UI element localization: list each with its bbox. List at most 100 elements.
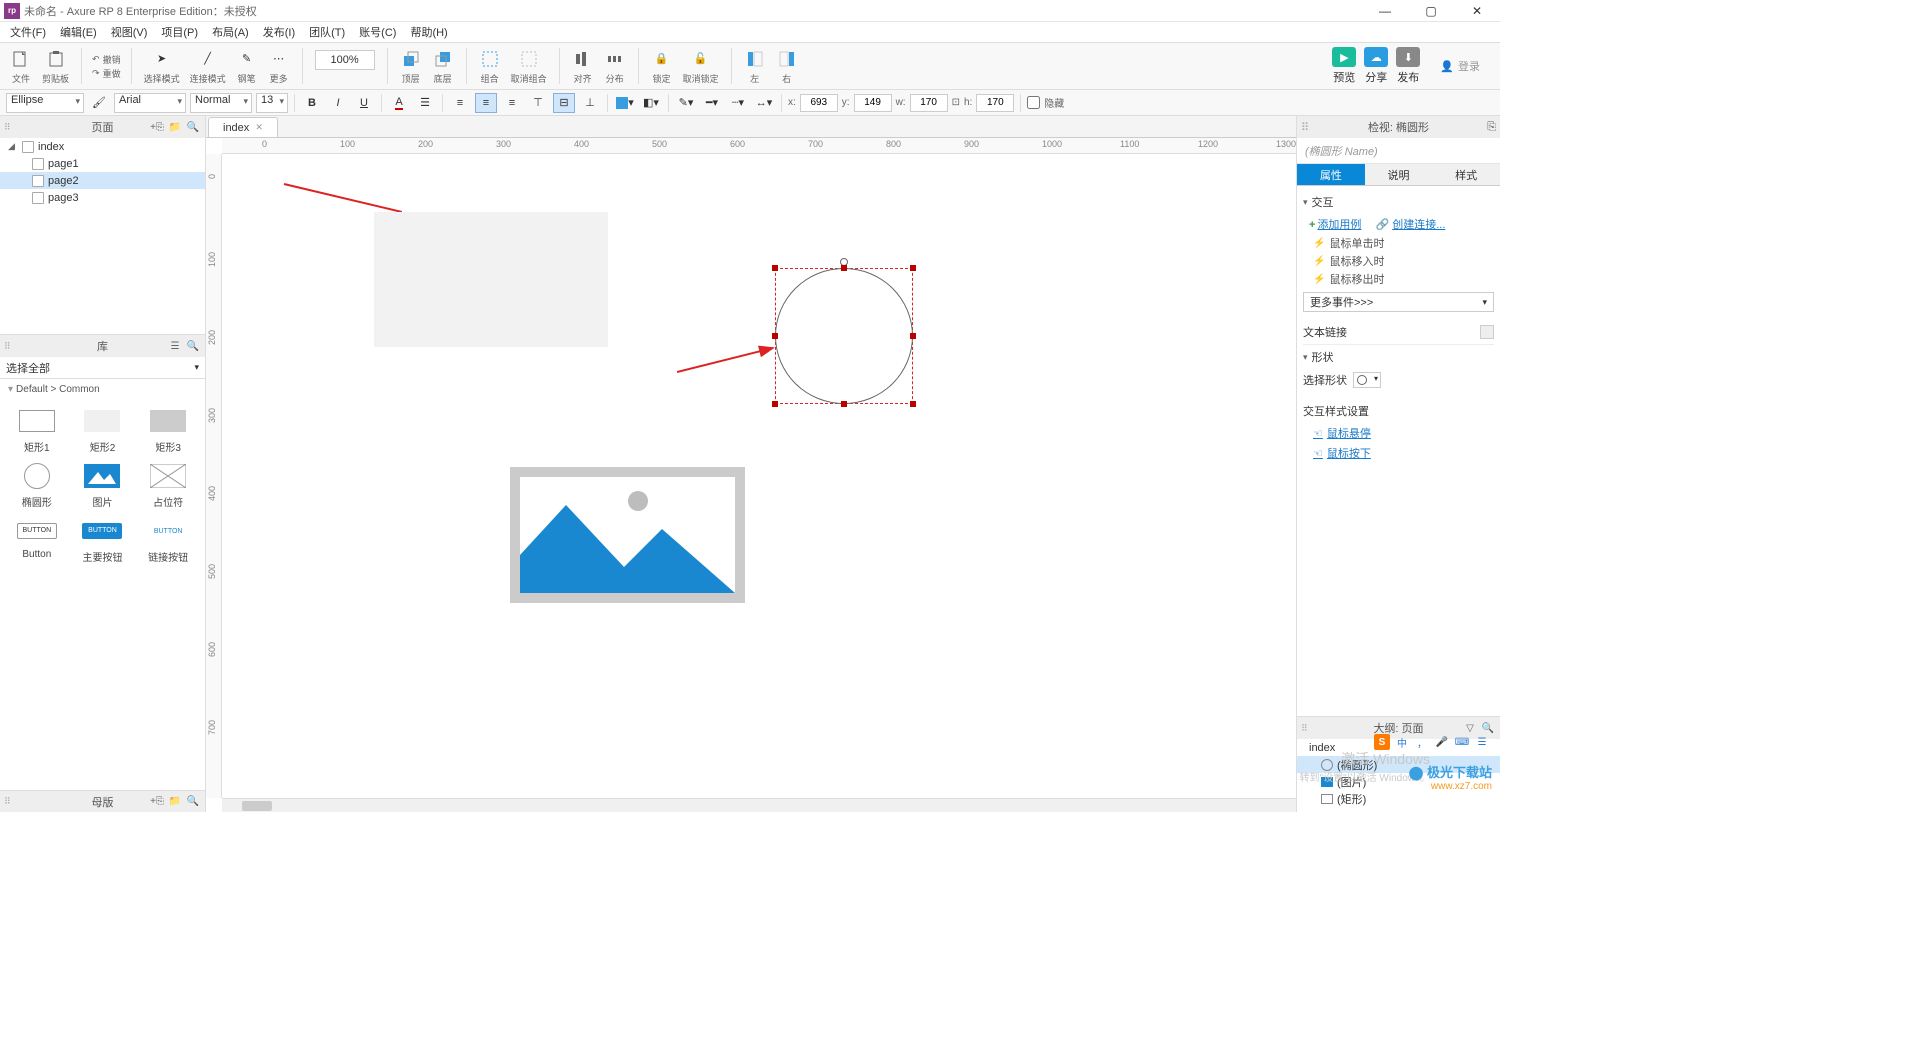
- close-button[interactable]: ✕: [1454, 0, 1500, 22]
- resize-handle-n[interactable]: [841, 265, 847, 271]
- align-center-button[interactable]: ≡: [475, 93, 497, 113]
- shape-picker[interactable]: [1353, 372, 1381, 388]
- drag-handle-icon[interactable]: ⠿: [4, 341, 11, 352]
- publish-button[interactable]: ⬇发布: [1396, 47, 1420, 85]
- canvas-rectangle[interactable]: [374, 212, 608, 347]
- menu-team[interactable]: 团队(T): [303, 22, 351, 42]
- y-input[interactable]: [854, 94, 892, 112]
- font-size-select[interactable]: 13: [256, 93, 288, 113]
- paint-format-icon[interactable]: 🖌: [88, 93, 110, 113]
- unlock-btn[interactable]: 🔓取消锁定: [681, 48, 721, 85]
- font-color-button[interactable]: A: [388, 93, 410, 113]
- menu-edit[interactable]: 编辑(E): [54, 22, 103, 42]
- resize-handle-s[interactable]: [841, 401, 847, 407]
- ime-toolbar[interactable]: S 中 ， 🎤 ⌨ ☰: [1374, 734, 1490, 750]
- menu-account[interactable]: 账号(C): [353, 22, 402, 42]
- resize-handle-sw[interactable]: [772, 401, 778, 407]
- ix-mousedown-link[interactable]: ☜鼠标按下: [1303, 443, 1494, 463]
- font-style-select[interactable]: Normal: [190, 93, 252, 113]
- tree-item-page3[interactable]: page3: [0, 189, 205, 206]
- tab-style[interactable]: 样式: [1432, 164, 1500, 186]
- ime-lang-icon[interactable]: 中: [1394, 734, 1410, 750]
- clipboard-group[interactable]: 剪贴板: [40, 48, 71, 85]
- bullets-button[interactable]: ☰: [414, 93, 436, 113]
- bold-button[interactable]: B: [301, 93, 323, 113]
- ime-punct-icon[interactable]: ，: [1414, 734, 1430, 750]
- widget-ellipse[interactable]: 椭圆形: [8, 462, 66, 509]
- more-tools[interactable]: ⋯更多: [266, 48, 292, 85]
- menu-help[interactable]: 帮助(H): [404, 22, 453, 42]
- search-icon[interactable]: 🔍: [185, 338, 201, 354]
- library-select[interactable]: 选择全部: [0, 357, 205, 379]
- drag-handle-icon[interactable]: ⠿: [1301, 723, 1308, 734]
- connect-mode[interactable]: ╱连接模式: [188, 48, 228, 85]
- horizontal-scrollbar[interactable]: [222, 798, 1296, 812]
- share-button[interactable]: ☁分享: [1364, 47, 1388, 85]
- canvas[interactable]: [222, 154, 1296, 798]
- fill-color-button[interactable]: ▾: [614, 93, 636, 113]
- event-click[interactable]: ⚡鼠标单击时: [1303, 234, 1494, 252]
- ime-skin-icon[interactable]: ☰: [1474, 734, 1490, 750]
- valign-top-button[interactable]: ⊤: [527, 93, 549, 113]
- send-back[interactable]: 底层: [430, 48, 456, 85]
- h-input[interactable]: [976, 94, 1014, 112]
- ime-mic-icon[interactable]: 🎤: [1434, 734, 1450, 750]
- section-shape[interactable]: 形状: [1303, 345, 1494, 369]
- widget-rect1[interactable]: 矩形1: [8, 407, 66, 454]
- dock-left[interactable]: 左: [742, 48, 768, 85]
- undo-icon[interactable]: ↶: [92, 54, 100, 65]
- add-folder-icon[interactable]: 📁: [167, 794, 183, 810]
- widget-placeholder[interactable]: 占位符: [139, 462, 197, 509]
- tree-item-index[interactable]: ◢index: [0, 138, 205, 155]
- menu-arrange[interactable]: 布局(A): [206, 22, 255, 42]
- drag-handle-icon[interactable]: ⠿: [1301, 121, 1309, 134]
- widget-rect2[interactable]: 矩形2: [74, 407, 132, 454]
- lib-menu-icon[interactable]: ☰: [167, 338, 183, 354]
- resize-handle-w[interactable]: [772, 333, 778, 339]
- valign-bottom-button[interactable]: ⊥: [579, 93, 601, 113]
- widget-image[interactable]: 图片: [74, 462, 132, 509]
- ix-hover-link[interactable]: ☜鼠标悬停: [1303, 423, 1494, 443]
- tree-item-page2[interactable]: page2: [0, 172, 205, 189]
- create-link[interactable]: 🔗 创建连接...: [1375, 216, 1445, 232]
- login-button[interactable]: 👤登录: [1428, 58, 1492, 74]
- outer-shadow-button[interactable]: ◧▾: [640, 93, 662, 113]
- add-page-icon[interactable]: +⎘: [149, 119, 165, 135]
- scrollbar-thumb[interactable]: [242, 801, 272, 811]
- minimize-button[interactable]: —: [1362, 0, 1408, 22]
- menu-project[interactable]: 项目(P): [155, 22, 204, 42]
- file-group[interactable]: 文件: [8, 48, 34, 85]
- resize-handle-ne[interactable]: [910, 265, 916, 271]
- widget-link-btn[interactable]: BUTTON链接按钮: [139, 517, 197, 564]
- pen-tool[interactable]: ✎钢笔: [234, 48, 260, 85]
- event-mouseleave[interactable]: ⚡鼠标移出时: [1303, 270, 1494, 288]
- widget-button[interactable]: BUTTONButton: [8, 517, 66, 564]
- menu-publish[interactable]: 发布(I): [257, 22, 301, 42]
- drag-handle-icon[interactable]: ⠿: [4, 122, 11, 133]
- zoom-control[interactable]: 100%: [313, 50, 377, 82]
- align-right-button[interactable]: ≡: [501, 93, 523, 113]
- line-style-button[interactable]: ┄▾: [727, 93, 749, 113]
- maximize-button[interactable]: ▢: [1408, 0, 1454, 22]
- search-icon[interactable]: 🔍: [185, 794, 201, 810]
- resize-handle-nw[interactable]: [772, 265, 778, 271]
- distribute-btn[interactable]: 分布: [602, 48, 628, 85]
- lock-wh-icon[interactable]: ⊡: [952, 97, 960, 108]
- font-select[interactable]: Arial: [114, 93, 186, 113]
- hide-checkbox[interactable]: [1027, 96, 1040, 109]
- w-input[interactable]: [910, 94, 948, 112]
- add-master-icon[interactable]: +⎘: [149, 794, 165, 810]
- tree-item-page1[interactable]: page1: [0, 155, 205, 172]
- shape-type-select[interactable]: Ellipse: [6, 93, 84, 113]
- section-interaction[interactable]: 交互: [1303, 190, 1494, 214]
- valign-middle-button[interactable]: ⊟: [553, 93, 575, 113]
- resize-handle-e[interactable]: [910, 333, 916, 339]
- canvas-ellipse-selected[interactable]: [775, 268, 913, 404]
- group-btn[interactable]: 组合: [477, 48, 503, 85]
- widget-primary-btn[interactable]: BUTTON主要按钮: [74, 517, 132, 564]
- drag-handle-icon[interactable]: ⠿: [4, 796, 11, 807]
- page-tab-index[interactable]: index ✕: [208, 117, 278, 137]
- dock-right[interactable]: 右: [774, 48, 800, 85]
- menu-view[interactable]: 视图(V): [105, 22, 154, 42]
- preview-button[interactable]: ▶预览: [1332, 47, 1356, 85]
